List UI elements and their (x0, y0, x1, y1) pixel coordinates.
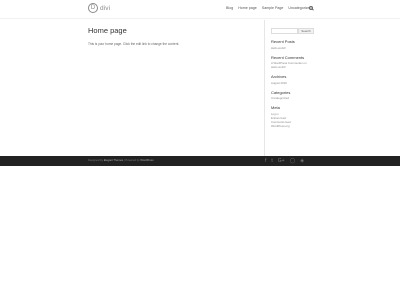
designed-by-prefix: Designed by (88, 159, 103, 163)
elegant-themes-link[interactable]: Elegant Themes (104, 159, 124, 162)
meta-widget: Meta Log in Entries feed Comments feed W… (271, 105, 315, 128)
recent-comments-widget: Recent Comments A WordPress Commenter on… (271, 55, 315, 70)
search-input[interactable] (271, 28, 298, 34)
logo-text: divi (100, 4, 111, 12)
categories-widget: Categories Uncategorized (271, 90, 315, 101)
page-body: This is your home page. Click the edit l… (88, 42, 180, 46)
archive-link[interactable]: August 2019 (271, 81, 315, 85)
nav-item-home-page[interactable]: Home page (238, 6, 257, 10)
recent-posts-widget: Recent Posts Hello world! (271, 39, 315, 50)
widget-title: Categories (271, 89, 291, 95)
nav-item-blog[interactable]: Blog (226, 6, 233, 10)
main-content: Home page This is your home page. Click … (88, 26, 258, 46)
meta-wordpress-link[interactable]: WordPress.org (271, 124, 315, 128)
sidebar: Search Recent Posts Hello world! Recent … (271, 28, 315, 128)
sidebar-divider (264, 20, 265, 156)
comment-post-link[interactable]: Hello world! (271, 65, 315, 69)
rss-icon[interactable]: ◈ (300, 158, 304, 164)
sidebar-search: Search (271, 28, 315, 34)
footer-credits: Designed by Elegant Themes | Powered by … (88, 159, 154, 162)
twitter-icon[interactable]: t (271, 158, 272, 164)
footer-bar: Designed by Elegant Themes | Powered by … (0, 156, 400, 166)
wordpress-link[interactable]: WordPress (140, 159, 153, 162)
search-icon[interactable] (309, 6, 313, 10)
archives-widget: Archives August 2019 (271, 74, 315, 85)
page-title: Home page (88, 26, 127, 35)
google-plus-icon[interactable]: G+ (278, 158, 285, 164)
nav-item-sample-page[interactable]: Sample Page (262, 6, 284, 10)
search-button[interactable]: Search (298, 28, 314, 34)
widget-title: Recent Comments (271, 54, 305, 60)
widget-title: Meta (271, 105, 280, 111)
site-header: D divi Blog Home page Sample Page Uncate… (0, 0, 400, 18)
social-icons: f t G+ ◯ ◈ (265, 158, 309, 164)
category-link[interactable]: Uncategorized (271, 96, 315, 100)
powered-by-prefix: | Powered by (123, 159, 140, 163)
recent-post-link[interactable]: Hello world! (271, 46, 315, 50)
facebook-icon[interactable]: f (265, 158, 266, 164)
site-logo[interactable]: D divi (88, 3, 110, 13)
widget-title: Recent Posts (271, 39, 295, 44)
main-nav: Blog Home page Sample Page Uncategorized (226, 6, 317, 10)
divi-logo-icon: D (88, 3, 98, 13)
widget-title: Archives (271, 74, 287, 80)
instagram-icon[interactable]: ◯ (290, 158, 296, 164)
